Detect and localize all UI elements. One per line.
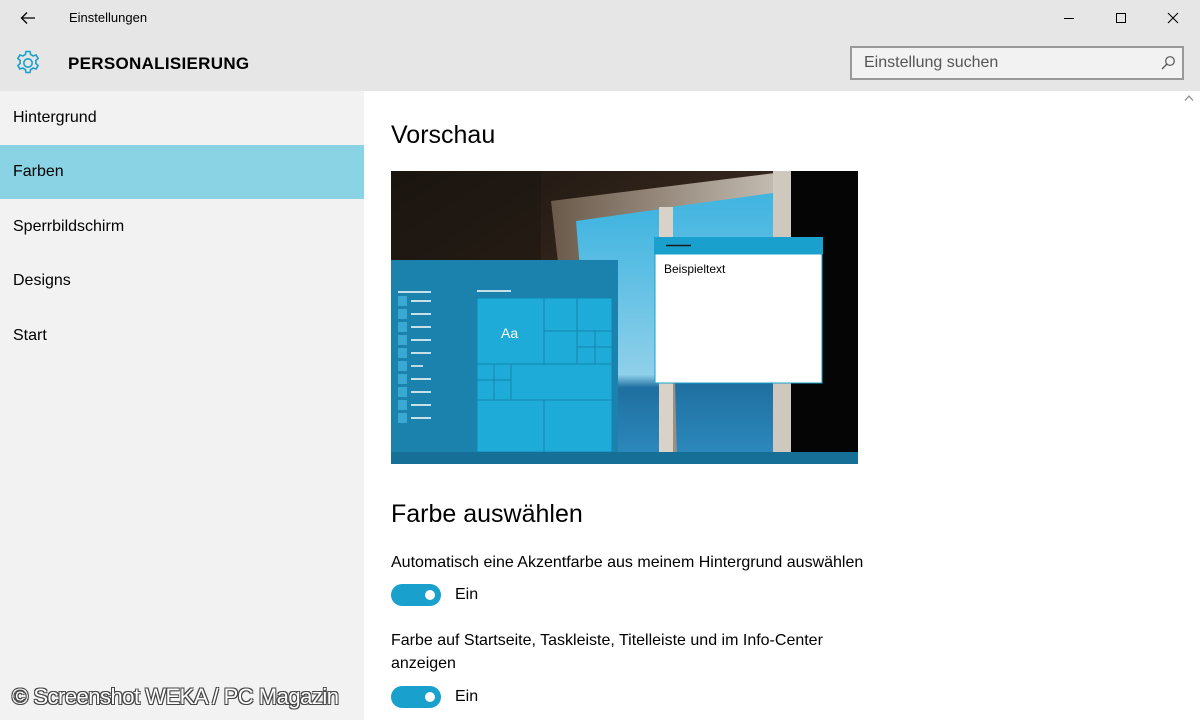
auto-accent-toggle[interactable] bbox=[391, 584, 441, 606]
scroll-up-arrow-icon[interactable] bbox=[1184, 94, 1194, 102]
back-arrow-icon bbox=[20, 12, 35, 24]
preview-image: Aa Beispieltext bbox=[391, 171, 858, 464]
sidebar-item-sperrbildschirm[interactable]: Sperrbildschirm bbox=[0, 200, 364, 254]
back-button[interactable] bbox=[0, 0, 56, 36]
preview-window-text: Beispieltext bbox=[664, 262, 726, 276]
title-bar: Einstellungen bbox=[0, 0, 1200, 36]
sidebar-item-hintergrund[interactable]: Hintergrund bbox=[0, 91, 364, 145]
search-input[interactable] bbox=[852, 48, 1152, 78]
show-color-state: Ein bbox=[455, 688, 479, 705]
show-color-label: Farbe auf Startseite, Taskleiste, Titell… bbox=[391, 632, 823, 672]
sidebar-item-designs[interactable]: Designs bbox=[0, 254, 364, 308]
settings-window: Einstellungen PERSONALISIERUNG Einstellu… bbox=[0, 0, 1200, 720]
sidebar-item-label: Hintergrund bbox=[13, 109, 97, 126]
close-button[interactable] bbox=[1147, 0, 1199, 36]
window-title: Einstellungen bbox=[69, 10, 148, 25]
auto-accent-state: Ein bbox=[455, 586, 479, 603]
show-color-toggle[interactable] bbox=[391, 686, 441, 708]
minimize-button[interactable] bbox=[1043, 0, 1095, 36]
copyright-watermark: © Screenshot WEKA / PC Magazin bbox=[12, 684, 339, 709]
search-box[interactable] bbox=[850, 46, 1184, 80]
preview-heading: Vorschau bbox=[391, 121, 496, 149]
sidebar-item-farben[interactable]: Farben bbox=[0, 145, 364, 199]
sidebar-item-label: Designs bbox=[13, 272, 71, 289]
auto-accent-label: Automatisch eine Akzentfarbe aus meinem … bbox=[391, 554, 864, 571]
gear-icon bbox=[16, 50, 40, 74]
toggle-knob bbox=[425, 692, 435, 702]
preview-tile-text: Aa bbox=[501, 325, 518, 341]
page-title: PERSONALISIERUNG bbox=[68, 54, 250, 73]
close-icon bbox=[1167, 12, 1179, 24]
sidebar: Hintergrund Farben Sperrbildschirm Desig… bbox=[0, 91, 364, 720]
main-content: Vorschau Aa Beispieltext Farbe auswählen… bbox=[364, 91, 1200, 720]
maximize-button[interactable] bbox=[1095, 0, 1147, 36]
minimize-icon bbox=[1064, 18, 1074, 19]
sidebar-item-label: Farben bbox=[13, 163, 64, 180]
page-header: PERSONALISIERUNG bbox=[0, 36, 1200, 91]
toggle-knob bbox=[425, 590, 435, 600]
sidebar-item-label: Sperrbildschirm bbox=[13, 218, 125, 235]
sidebar-item-start[interactable]: Start bbox=[0, 309, 364, 363]
maximize-icon bbox=[1116, 13, 1126, 23]
color-heading: Farbe auswählen bbox=[391, 500, 583, 528]
preview-illustration: Aa Beispieltext bbox=[391, 171, 858, 464]
sidebar-item-label: Start bbox=[13, 327, 47, 344]
search-icon[interactable] bbox=[1160, 55, 1176, 71]
